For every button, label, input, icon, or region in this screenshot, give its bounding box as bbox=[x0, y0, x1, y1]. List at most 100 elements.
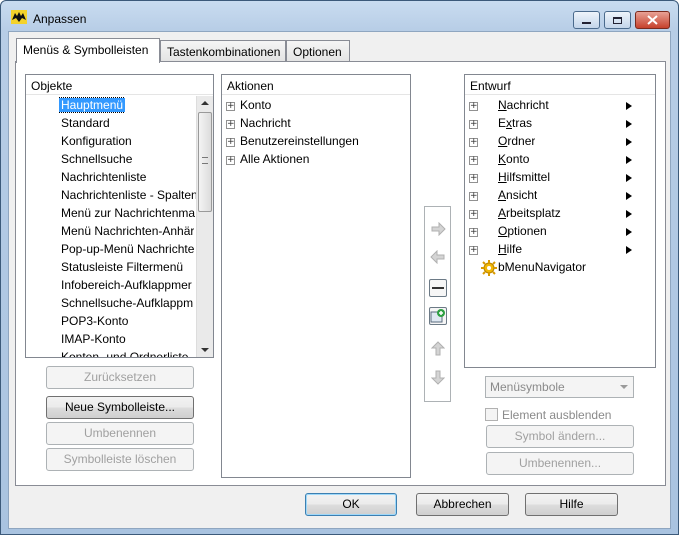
list-item[interactable]: Menü zur Nachrichtenma bbox=[61, 205, 195, 223]
scroll-up-arrow-icon[interactable] bbox=[201, 101, 209, 105]
expand-icon[interactable]: + bbox=[226, 102, 235, 111]
window-title: Anpassen bbox=[33, 12, 87, 26]
new-menu-button[interactable] bbox=[429, 307, 447, 325]
rename-toolbar-button[interactable]: Umbenennen bbox=[46, 422, 194, 445]
expand-icon[interactable]: + bbox=[226, 156, 235, 165]
bat-app-icon bbox=[11, 10, 27, 24]
tab-options[interactable]: Optionen bbox=[286, 40, 350, 62]
menu-symbols-value: Menüsymbole bbox=[490, 380, 565, 394]
remove-left-button[interactable] bbox=[429, 248, 447, 266]
design-item-bmenunavigator[interactable]: bMenuNavigator bbox=[498, 259, 586, 277]
expand-icon[interactable]: + bbox=[469, 138, 478, 147]
expand-icon[interactable]: + bbox=[469, 102, 478, 111]
list-item[interactable]: POP3-Konto bbox=[61, 313, 128, 331]
close-icon bbox=[647, 15, 658, 25]
mnemonic: A bbox=[498, 188, 507, 202]
submenu-arrow-icon bbox=[626, 228, 632, 236]
design-item-label: nsicht bbox=[506, 188, 538, 202]
arrow-down-icon bbox=[431, 370, 445, 385]
add-right-button[interactable] bbox=[429, 220, 447, 238]
mnemonic: O bbox=[498, 224, 508, 238]
expand-icon[interactable]: + bbox=[469, 174, 478, 183]
design-item-label: ilfe bbox=[506, 242, 523, 256]
tab-menus-toolbars[interactable]: Menüs & Symbolleisten bbox=[16, 38, 160, 63]
change-symbol-button[interactable]: Symbol ändern... bbox=[486, 425, 634, 448]
submenu-arrow-icon bbox=[626, 138, 632, 146]
move-up-button[interactable] bbox=[429, 340, 447, 358]
list-item[interactable]: Nachrichtenliste bbox=[61, 169, 146, 187]
list-item[interactable]: Statusleiste Filtermenü bbox=[61, 259, 183, 277]
design-item-konto[interactable]: Konto bbox=[498, 151, 529, 169]
grip-icon bbox=[202, 157, 208, 164]
list-item-label: Hauptmenü bbox=[59, 97, 126, 113]
tree-item-alle-aktionen[interactable]: Alle Aktionen bbox=[240, 151, 309, 169]
help-button[interactable]: Hilfe bbox=[525, 493, 618, 516]
menu-symbols-select[interactable]: Menüsymbole bbox=[485, 376, 634, 398]
mnemonic: H bbox=[498, 170, 507, 184]
separator-icon bbox=[432, 287, 444, 289]
expand-icon[interactable]: + bbox=[469, 156, 478, 165]
ok-button[interactable]: OK bbox=[305, 493, 397, 516]
design-item-label: ilfsmittel bbox=[506, 170, 551, 184]
design-item-hilfsmittel[interactable]: Hilfsmittel bbox=[498, 169, 550, 187]
expand-icon[interactable]: + bbox=[226, 138, 235, 147]
objects-scroll-thumb[interactable] bbox=[198, 112, 212, 212]
design-item-arbeitsplatz[interactable]: Arbeitsplatz bbox=[498, 205, 561, 223]
rename-element-button[interactable]: Umbenennen... bbox=[486, 452, 634, 475]
close-button[interactable] bbox=[635, 11, 670, 29]
design-item-optionen[interactable]: Optionen bbox=[498, 223, 547, 241]
design-item-label: tras bbox=[512, 116, 533, 130]
list-item[interactable]: IMAP-Konto bbox=[61, 331, 126, 349]
list-item[interactable]: Konfiguration bbox=[61, 133, 132, 151]
expand-icon[interactable]: + bbox=[469, 192, 478, 201]
objects-list[interactable]: Objekte Hauptmenü Standard Konfiguration… bbox=[25, 74, 214, 358]
expand-icon[interactable]: + bbox=[226, 120, 235, 129]
gear-icon bbox=[481, 260, 497, 276]
tree-item-benutzereinstellungen[interactable]: Benutzereinstellungen bbox=[240, 133, 359, 151]
list-item[interactable]: Konten- und Ordnerliste bbox=[61, 349, 188, 357]
customize-dialog: Anpassen Menüs & Symbolleisten Tastenkom… bbox=[0, 0, 679, 535]
add-separator-button[interactable] bbox=[429, 279, 447, 297]
cancel-button[interactable]: Abbrechen bbox=[416, 493, 509, 516]
actions-header: Aktionen bbox=[222, 75, 410, 95]
list-item[interactable]: Menü Nachrichten-Anhär bbox=[61, 223, 194, 241]
hide-element-checkbox[interactable] bbox=[485, 408, 498, 421]
list-item[interactable]: Nachrichtenliste - Spalten bbox=[61, 187, 196, 205]
delete-toolbar-button[interactable]: Symbolleiste löschen bbox=[46, 448, 194, 471]
reset-button[interactable]: Zurücksetzen bbox=[46, 366, 194, 389]
move-down-button[interactable] bbox=[429, 368, 447, 386]
expand-icon[interactable]: + bbox=[469, 246, 478, 255]
list-item[interactable]: Infobereich-Aufklappmer bbox=[61, 277, 192, 295]
design-item-nachricht[interactable]: Nachricht bbox=[498, 97, 549, 115]
chevron-down-icon bbox=[620, 385, 628, 389]
title-bar[interactable]: Anpassen bbox=[1, 1, 678, 31]
list-item[interactable]: Hauptmenü bbox=[59, 97, 126, 115]
new-toolbar-button[interactable]: Neue Symbolleiste... bbox=[46, 396, 194, 419]
expand-icon[interactable]: + bbox=[469, 210, 478, 219]
submenu-arrow-icon bbox=[626, 174, 632, 182]
design-item-hilfe[interactable]: Hilfe bbox=[498, 241, 522, 259]
tree-item-nachricht[interactable]: Nachricht bbox=[240, 115, 291, 133]
expand-icon[interactable]: + bbox=[469, 228, 478, 237]
arrow-up-icon bbox=[431, 341, 445, 356]
actions-list[interactable]: Aktionen + Konto + Nachricht + Benutzere… bbox=[221, 74, 411, 478]
design-item-ansicht[interactable]: Ansicht bbox=[498, 187, 537, 205]
design-list[interactable]: Entwurf + Nachricht + Extras + Ordner + … bbox=[464, 74, 656, 368]
tree-item-konto[interactable]: Konto bbox=[240, 97, 271, 115]
mnemonic: O bbox=[498, 134, 508, 148]
expand-icon[interactable]: + bbox=[469, 120, 478, 129]
new-menu-icon bbox=[430, 309, 445, 323]
list-item[interactable]: Standard bbox=[61, 115, 110, 133]
minimize-button[interactable] bbox=[573, 11, 600, 29]
design-item-ordner[interactable]: Ordner bbox=[498, 133, 535, 151]
list-item[interactable]: Schnellsuche-Aufklappm bbox=[61, 295, 193, 313]
hide-element-label: Element ausblenden bbox=[502, 408, 612, 422]
maximize-button[interactable] bbox=[604, 11, 631, 29]
design-item-extras[interactable]: Extras bbox=[498, 115, 532, 133]
submenu-arrow-icon bbox=[626, 210, 632, 218]
tab-shortcuts[interactable]: Tastenkombinationen bbox=[160, 40, 286, 62]
list-item[interactable]: Pop-up-Menü Nachrichte bbox=[61, 241, 194, 259]
objects-scrollbar[interactable] bbox=[196, 96, 213, 357]
list-item[interactable]: Schnellsuche bbox=[61, 151, 132, 169]
scroll-down-arrow-icon[interactable] bbox=[201, 348, 209, 352]
